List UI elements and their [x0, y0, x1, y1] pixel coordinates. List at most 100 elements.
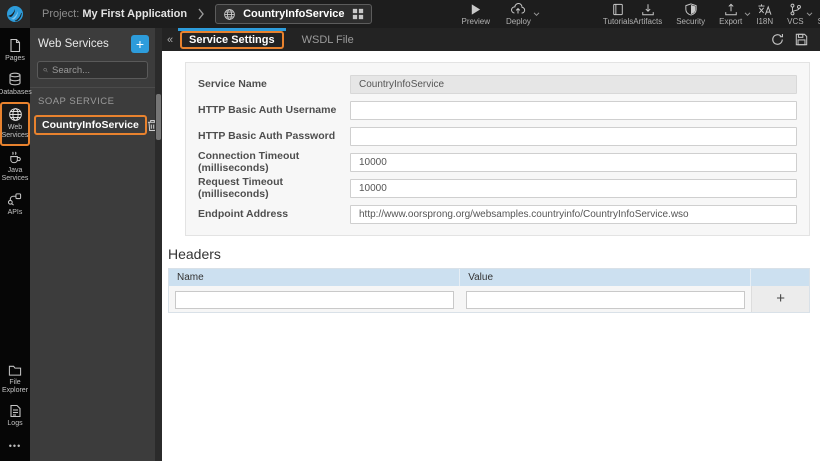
form-row-endpoint: Endpoint Address	[198, 201, 797, 227]
book-icon	[613, 3, 623, 15]
sidebar-item-web-services[interactable]: Web Services	[0, 102, 30, 147]
globe-icon	[224, 8, 235, 20]
sidebar-item-label: Java Services	[1, 167, 29, 183]
tab-wsdl-file[interactable]: WSDL File	[298, 28, 358, 51]
more-menu-button[interactable]: •••	[9, 433, 21, 461]
add-header-button[interactable]: +	[768, 289, 793, 308]
active-tab-indicator	[178, 28, 286, 31]
vcs-label: VCS	[787, 16, 804, 26]
sidebar-item-apis[interactable]: APIs	[0, 188, 30, 222]
service-item-name[interactable]: CountryInfoService	[34, 115, 147, 135]
add-header-cell: +	[751, 286, 809, 312]
project-label: Project:	[42, 8, 80, 20]
i18n-button[interactable]: I18N	[756, 3, 773, 26]
header-name-cell	[169, 286, 460, 312]
sidebar-item-file-explorer[interactable]: File Explorer	[0, 360, 30, 400]
header-value-input[interactable]	[466, 290, 746, 309]
sidebar-item-databases[interactable]: Databases	[0, 68, 32, 102]
project-name: My First Application	[82, 8, 188, 20]
export-button[interactable]: Export	[719, 3, 751, 26]
chevron-down-icon	[806, 11, 813, 17]
play-icon	[472, 3, 481, 15]
headers-table-head: Name Value	[169, 269, 809, 286]
export-label: Export	[719, 16, 743, 26]
form-row-password: HTTP Basic Auth Password	[198, 123, 797, 149]
service-name-field	[350, 74, 797, 94]
sidebar-item-label: APIs	[7, 209, 23, 217]
wavemaker-logo-icon	[7, 6, 23, 22]
main-area: « Service Settings WSDL File Service Nam…	[162, 28, 820, 461]
service-tab-label: CountryInfoService	[243, 8, 345, 20]
field-label: Endpoint Address	[198, 208, 289, 220]
add-service-button[interactable]: +	[131, 35, 149, 53]
headers-title: Headers	[168, 246, 221, 262]
sidebar-item-logs[interactable]: Logs	[0, 400, 30, 433]
service-search[interactable]	[37, 61, 148, 79]
service-settings-content: Service Name HTTP Basic Auth Username HT…	[162, 51, 820, 461]
service-settings-form: Service Name HTTP Basic Auth Username HT…	[185, 62, 810, 236]
tabbar-actions	[771, 28, 808, 51]
panel-title: Web Services	[38, 38, 109, 50]
i18n-label: I18N	[756, 16, 774, 26]
service-list-item[interactable]: CountryInfoService	[30, 113, 157, 137]
refresh-button[interactable]	[771, 33, 784, 46]
panel-header: Web Services +	[30, 28, 155, 59]
search-icon	[43, 67, 48, 73]
basic-auth-password-field[interactable]	[350, 126, 797, 146]
artifacts-button[interactable]: Artifacts	[633, 3, 662, 26]
deploy-button[interactable]: Deploy	[506, 2, 540, 26]
headers-section: Headers Name Value +	[168, 246, 810, 313]
search-input[interactable]	[52, 64, 142, 76]
column-header-name: Name	[169, 269, 461, 286]
security-button[interactable]: Security	[676, 2, 705, 26]
form-row-username: HTTP Basic Auth Username	[198, 97, 797, 123]
soap-service-section-label: SOAP SERVICE	[30, 87, 155, 113]
field-label: Service Name	[198, 78, 267, 90]
column-header-actions	[751, 269, 809, 286]
sidebar-item-java-services[interactable]: Java Services	[0, 146, 30, 188]
open-service-tab[interactable]: CountryInfoService	[215, 4, 372, 24]
cloud-upload-icon	[511, 2, 526, 14]
app-logo[interactable]	[0, 0, 30, 28]
table-row: +	[169, 286, 809, 312]
panel-scrollbar-thumb[interactable]	[156, 94, 161, 140]
save-button[interactable]	[795, 33, 808, 46]
globe-icon	[8, 108, 22, 121]
coffee-icon	[10, 151, 21, 164]
preview-label: Preview	[461, 16, 490, 26]
git-branch-icon	[790, 3, 801, 15]
download-tray-icon	[642, 3, 654, 15]
endpoint-address-field[interactable]	[350, 204, 797, 224]
field-label: Connection Timeout (milliseconds)	[198, 150, 300, 174]
basic-auth-username-field[interactable]	[350, 100, 797, 120]
field-label: HTTP Basic Auth Username	[198, 104, 337, 116]
sidebar-item-pages[interactable]: Pages	[0, 34, 30, 68]
pages-icon	[10, 38, 21, 53]
web-services-panel: Web Services + SOAP SERVICE CountryInfoS…	[30, 28, 157, 461]
panel-scrollbar[interactable]	[155, 28, 162, 461]
tab-service-settings[interactable]: Service Settings	[178, 28, 286, 51]
shield-icon	[685, 2, 697, 16]
plug-icon	[8, 193, 22, 206]
folder-icon	[8, 365, 22, 376]
preview-button[interactable]: Preview	[462, 3, 490, 26]
form-row-request-timeout: Request Timeout (milliseconds)	[198, 175, 797, 201]
chevron-right-icon	[197, 8, 205, 20]
upload-tray-icon	[724, 3, 737, 15]
sidebar-item-label: Pages	[5, 55, 25, 62]
sidebar-item-label: Logs	[7, 419, 23, 427]
deploy-label: Deploy	[506, 16, 531, 26]
vcs-button[interactable]: VCS	[787, 3, 812, 26]
sidebar-item-label: File Explorer	[1, 378, 29, 394]
sidebar-item-label: Web Services	[1, 124, 29, 140]
translate-icon	[758, 3, 772, 15]
chevron-down-icon	[533, 11, 540, 17]
editor-tab-bar: « Service Settings WSDL File	[162, 28, 820, 51]
tutorials-button[interactable]: Tutorials	[603, 3, 633, 26]
collapse-panel-button[interactable]: «	[162, 28, 178, 51]
column-header-value: Value	[460, 269, 752, 286]
chevron-down-icon	[744, 11, 751, 17]
header-name-input[interactable]	[175, 290, 455, 309]
connection-timeout-field[interactable]	[350, 152, 797, 172]
request-timeout-field[interactable]	[350, 178, 797, 198]
